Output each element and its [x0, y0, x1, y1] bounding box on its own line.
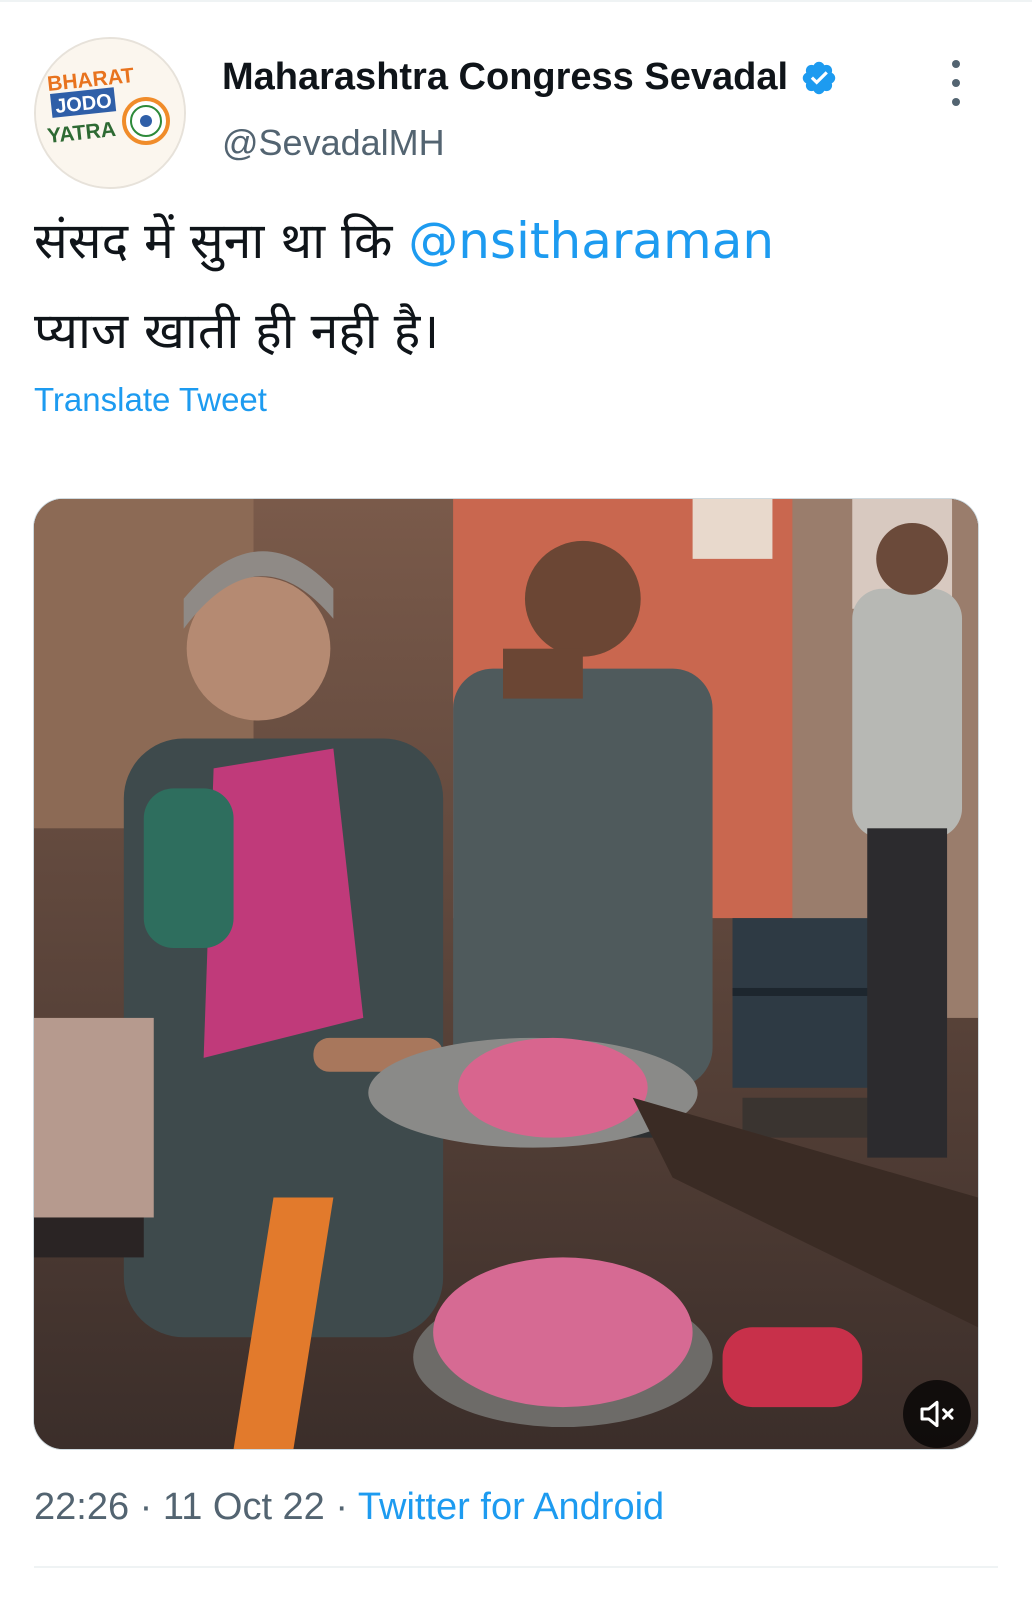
top-divider	[0, 0, 1032, 2]
tweet-video[interactable]	[33, 498, 979, 1450]
tweet-source-link[interactable]: Twitter for Android	[358, 1486, 664, 1528]
avatar[interactable]: BHARAT JODO YATRA	[34, 37, 186, 189]
tweet-text: संसद में सुना था कि @nsitharaman प्याज ख…	[34, 196, 994, 376]
mute-toggle[interactable]	[903, 1380, 971, 1448]
speaker-muted-icon	[920, 1400, 954, 1428]
tweet-text-line-2: प्याज खाती ही नही है।	[34, 302, 440, 360]
tweet-text-line-1: संसद में सुना था कि	[34, 212, 409, 270]
meta-separator-1: ·	[129, 1486, 163, 1528]
bharat-jodo-yatra-logo: BHARAT JODO YATRA	[36, 39, 184, 187]
tweet-date[interactable]: 11 Oct 22	[163, 1486, 325, 1528]
bottom-divider	[34, 1566, 998, 1568]
translate-tweet-link[interactable]: Translate Tweet	[34, 381, 267, 419]
author-name-row[interactable]: Maharashtra Congress Sevadal	[222, 56, 838, 99]
video-frame-market-scene	[34, 499, 978, 1449]
author-name[interactable]: Maharashtra Congress Sevadal	[222, 56, 788, 99]
author-handle[interactable]: @SevadalMH	[222, 122, 445, 164]
tweet-meta: 22:26 · 11 Oct 22 · Twitter for Android	[34, 1486, 664, 1529]
mention-link[interactable]: @nsitharaman	[408, 212, 774, 270]
tweet-time[interactable]: 22:26	[34, 1486, 129, 1528]
meta-separator-2: ·	[324, 1486, 358, 1528]
more-options-icon[interactable]	[938, 60, 974, 106]
verified-badge-icon	[802, 61, 836, 94]
